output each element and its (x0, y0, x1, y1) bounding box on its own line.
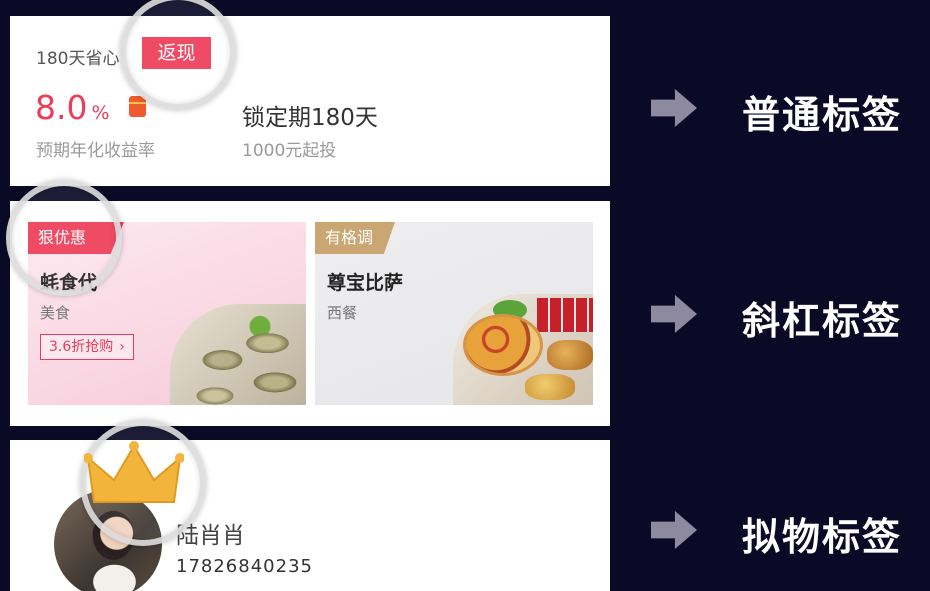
arrow-right-icon (651, 89, 697, 127)
shop-category: 美食 (40, 304, 71, 322)
deal-item-pizza[interactable]: 有格调 尊宝比萨 西餐 (315, 222, 593, 405)
user-phone: 17826840235 (176, 556, 313, 577)
annual-rate: 8.0% (35, 88, 110, 127)
shop-name: 尊宝比萨 (327, 272, 404, 294)
soda-cans-image (537, 298, 593, 332)
oyster-food-image (170, 304, 306, 405)
discount-button[interactable]: 3.6折抢购 › (40, 334, 134, 360)
discount-button-label: 3.6折抢购 (49, 339, 114, 355)
rate-unit: % (91, 102, 110, 124)
product-card-normal-tag[interactable]: 180天省心 返现 8.0% 预期年化收益率 锁定期180天 1000元起投 (10, 16, 610, 186)
shop-category: 西餐 (327, 304, 358, 322)
wings-image (547, 340, 593, 370)
chevron-right-icon: › (119, 339, 125, 355)
label-slash-tag: 斜杠标签 (742, 299, 903, 343)
crown-icon (84, 441, 184, 503)
slash-tag: 有格调 (315, 222, 395, 254)
rate-label: 预期年化收益率 (36, 141, 155, 161)
min-investment: 1000元起投 (242, 141, 337, 161)
arrow-right-icon (651, 295, 697, 333)
product-title: 180天省心 (36, 49, 120, 69)
magnifier-ring (6, 180, 122, 296)
arrow-right-icon (651, 511, 697, 549)
fries-image (525, 374, 575, 400)
rate-value: 8.0 (35, 88, 88, 127)
label-normal-tag: 普通标签 (742, 93, 903, 137)
label-skeuomorphic-tag: 拟物标签 (742, 515, 903, 559)
pizza-image (463, 314, 543, 376)
lock-period: 锁定期180天 (242, 105, 378, 131)
pizza-food-image (453, 294, 593, 405)
